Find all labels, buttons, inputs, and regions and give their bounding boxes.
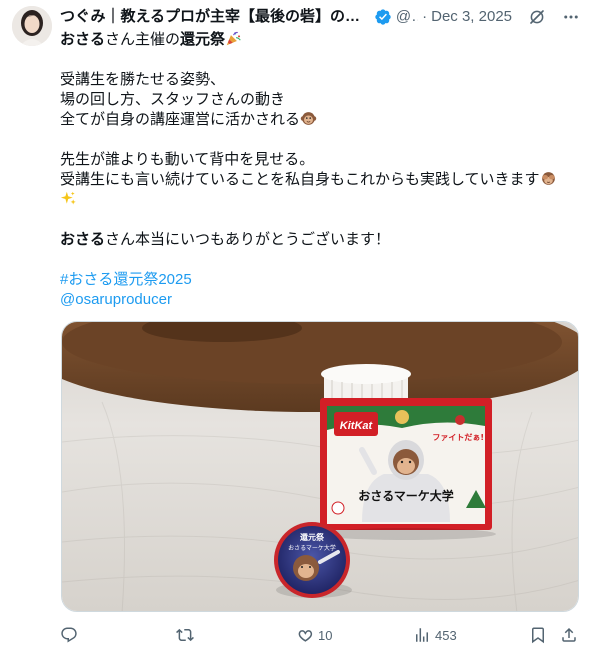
hashtag-link[interactable]: #おさる還元祭2025 — [60, 271, 192, 288]
views-button[interactable]: 453 — [413, 624, 457, 646]
party-popper-emoji — [226, 31, 241, 46]
text-line-2: 受講生を勝たせる姿勢、 — [60, 71, 226, 88]
text-line-5: 先生が誰よりも動いて背中を見せる。 — [60, 151, 315, 168]
bookmark-icon — [532, 627, 544, 644]
text-line-4: 全てが自身の講座運営に活かされる — [60, 110, 580, 130]
text-segment: 受講生にも言い続けていることを私自身もこれからも実践していきます — [60, 171, 540, 188]
reply-icon — [61, 627, 77, 643]
bold-name: おさる — [60, 31, 106, 48]
bookmark-button[interactable] — [529, 624, 547, 646]
badge-text-2: おさるマーケ大学 — [288, 544, 336, 552]
text-segment: 全てが自身の講座運営に活かされる — [60, 111, 301, 128]
bold-event: 還元祭 — [180, 31, 226, 48]
sparkles-emoji — [60, 191, 76, 205]
verified-badge-icon — [375, 9, 391, 25]
avatar[interactable] — [12, 6, 52, 46]
bold-name: おさる — [60, 231, 106, 248]
share-icon — [562, 627, 576, 642]
grok-icon[interactable] — [528, 8, 546, 26]
text-line-3: 場の回し方、スタッフさんの動き — [60, 91, 286, 108]
more-icon[interactable] — [562, 8, 580, 26]
tweet-photo[interactable]: KitKat ファイトだぁ!! おさるマーケ大学 還元祭 おさるマーケ大学 — [61, 321, 579, 612]
like-icon — [298, 630, 313, 642]
text-segment: さん本当にいつもありがとうございます！ — [105, 231, 391, 248]
text-line-1: おさるさん主催の還元祭 — [60, 30, 580, 50]
see-no-evil-monkey-emoji — [541, 172, 555, 185]
tweet-text: おさるさん主催の還元祭 受講生を勝たせる姿勢、 場の回し方、スタッフさんの動き … — [60, 30, 580, 310]
author-name[interactable]: つぐみ｜教えるプロが主宰【最後の砦】の起業家 — [60, 7, 371, 27]
tweet-header: つぐみ｜教えるプロが主宰【最後の砦】の起業家 @.. · Dec 3, 2025 — [60, 6, 580, 28]
kitkat-logo: KitKat — [340, 420, 374, 432]
text-line-8: おさるさん本当にいつもありがとうございます！ — [60, 230, 580, 250]
box-banner-text: ファイトだぁ!! — [432, 433, 487, 442]
like-button[interactable]: 10 — [296, 624, 332, 646]
tweet-date[interactable]: Dec 3, 2025 — [431, 7, 512, 27]
share-button[interactable] — [560, 624, 578, 646]
badge-text-1: 還元祭 — [300, 532, 325, 542]
text-line-6: 受講生にも言い続けていることを私自身もこれからも実践していきます — [60, 170, 580, 190]
text-segment: さん主催の — [105, 31, 181, 48]
views-count: 453 — [435, 627, 457, 643]
like-count: 10 — [318, 627, 333, 643]
mention-link[interactable]: @osaruproducer — [60, 291, 172, 308]
separator-dot: · — [422, 8, 428, 25]
views-icon — [416, 628, 428, 642]
tweet[interactable]: つぐみ｜教えるプロが主宰【最後の砦】の起業家 @.. · Dec 3, 2025… — [0, 0, 590, 651]
reply-button[interactable] — [60, 624, 82, 646]
retweet-icon — [176, 628, 194, 642]
action-bar: 10 453 — [60, 624, 580, 646]
monkey-face-emoji — [300, 112, 317, 125]
author-handle[interactable]: @.. — [396, 7, 418, 27]
text-line-7 — [60, 190, 580, 210]
box-caption-text: おさるマーケ大学 — [358, 488, 454, 503]
retweet-button[interactable] — [176, 624, 198, 646]
